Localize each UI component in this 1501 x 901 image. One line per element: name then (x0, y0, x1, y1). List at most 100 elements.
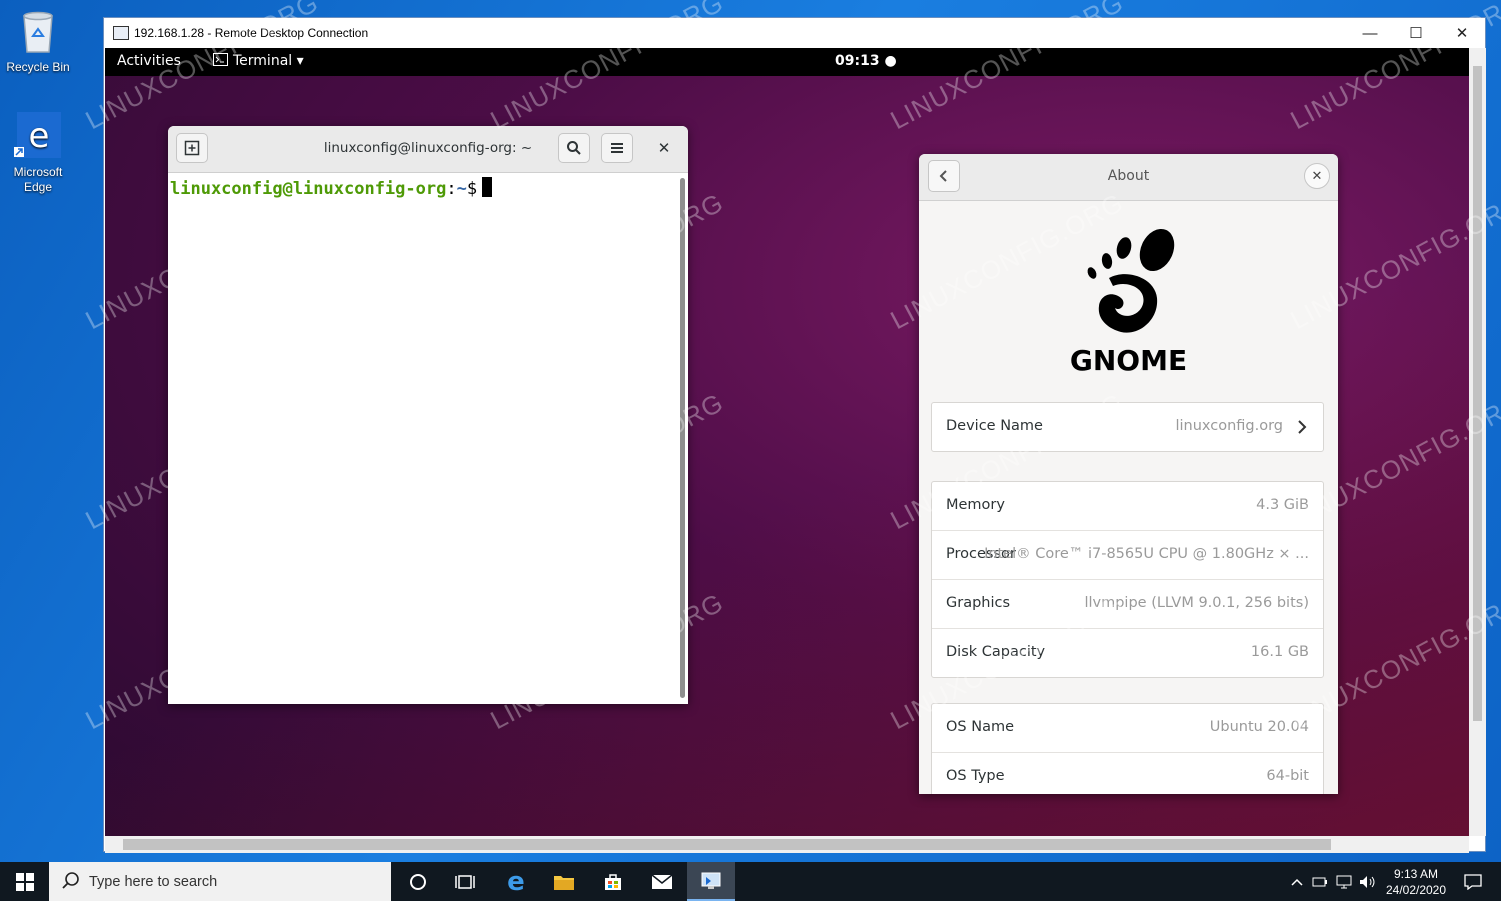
hardware-card: Memory 4.3 GiB Processor Intel® Core™ i7… (931, 481, 1324, 678)
remote-desktop-window: 192.168.1.28 - Remote Desktop Connection… (103, 17, 1486, 853)
taskbar-clock[interactable]: 9:13 AM 24/02/2020 (1380, 866, 1452, 898)
terminal-headerbar[interactable]: linuxconfig@linuxconfig-org: ~ ✕ (168, 126, 688, 173)
memory-label: Memory (946, 497, 1005, 513)
os-type-row: OS Type 64-bit (932, 753, 1323, 794)
search-icon (62, 872, 79, 889)
battery-tray-button[interactable] (1309, 862, 1331, 901)
search-icon (567, 141, 581, 155)
prompt-user: linuxconfig@linuxconfig-org (170, 179, 447, 199)
processor-value: Intel® Core™ i7-8565U CPU @ 1.80GHz × ..… (984, 546, 1309, 562)
mail-button[interactable] (638, 862, 686, 901)
cortana-icon (410, 873, 426, 890)
desktop-icon-recycle-bin[interactable]: Recycle Bin (0, 10, 76, 75)
device-name-card[interactable]: Device Name linuxconfig.org (931, 402, 1324, 452)
prompt-symbol: $ (466, 179, 478, 199)
store-bag-icon (605, 873, 621, 890)
topbar-clock[interactable]: 09:13 ● (835, 53, 897, 69)
hamburger-icon (611, 143, 623, 153)
gnome-topbar: Activities Terminal ▾ 09:13 ● (105, 48, 1469, 76)
start-button[interactable] (0, 862, 49, 901)
taskbar-time: 9:13 AM (1393, 867, 1439, 881)
processor-row: Processor Intel® Core™ i7-8565U CPU @ 1.… (932, 531, 1323, 580)
minimize-button[interactable]: — (1347, 18, 1393, 48)
disk-capacity-value: 16.1 GB (1250, 644, 1309, 660)
memory-value: 4.3 GiB (1256, 497, 1309, 513)
cortana-button[interactable] (394, 862, 442, 901)
file-explorer-button[interactable] (540, 862, 588, 901)
graphics-row: Graphics llvmpipe (LLVM 9.0.1, 256 bits) (932, 580, 1323, 629)
windows-logo-icon (15, 872, 34, 891)
os-name-value: Ubuntu 20.04 (1209, 719, 1309, 735)
folder-icon (554, 875, 574, 890)
desktop-icon-edge[interactable]: e Microsoft Edge (0, 111, 76, 195)
terminal-prompt: linuxconfig@linuxconfig-org:~$ (170, 177, 493, 199)
chevron-right-icon (1298, 420, 1307, 434)
about-close-button[interactable]: ✕ (1304, 163, 1330, 189)
gnome-wordmark: GNOME (1069, 344, 1188, 377)
desktop-icon-label: Recycle Bin (6, 60, 70, 74)
device-name-label: Device Name (946, 418, 1043, 434)
remote-desktop-icon (701, 872, 721, 889)
terminal-scrollbar[interactable] (680, 178, 685, 698)
speaker-icon (1360, 875, 1375, 888)
mail-icon (651, 873, 673, 889)
notifications-icon (1464, 873, 1482, 890)
terminal-window[interactable]: linuxconfig@linuxconfig-org: ~ ✕ linuxco… (168, 126, 688, 704)
device-name-row[interactable]: Device Name linuxconfig.org (932, 403, 1323, 451)
maximize-button[interactable]: ☐ (1393, 18, 1439, 48)
menu-button[interactable] (601, 133, 633, 163)
battery-icon (1312, 877, 1327, 886)
activities-button[interactable]: Activities (117, 53, 181, 69)
remote-screen[interactable]: Activities Terminal ▾ 09:13 ● linuxconfi… (105, 48, 1469, 836)
about-headerbar: About ✕ (919, 154, 1338, 201)
os-name-row: OS Name Ubuntu 20.04 (932, 704, 1323, 753)
terminal-body[interactable]: linuxconfig@linuxconfig-org:~$ (168, 173, 678, 704)
os-card: OS Name Ubuntu 20.04 OS Type 64-bit (931, 703, 1324, 794)
volume-tray-button[interactable] (1357, 862, 1379, 901)
edge-icon: e (507, 866, 525, 897)
action-center-button[interactable] (1458, 862, 1488, 901)
os-name-label: OS Name (946, 719, 1015, 735)
chevron-up-icon (1291, 878, 1303, 886)
app-menu[interactable]: Terminal ▾ (213, 53, 304, 69)
os-type-value: 64-bit (1266, 768, 1309, 784)
scrollbar-thumb[interactable] (1473, 66, 1482, 721)
rdp-horizontal-scrollbar[interactable] (105, 836, 1469, 853)
task-view-icon (455, 874, 475, 889)
about-dialog[interactable]: About ✕ GNOME Device Name linuxconfig.or… (919, 154, 1338, 794)
prompt-path: ~ (456, 179, 467, 199)
task-view-button[interactable] (441, 862, 489, 901)
svg-text:e: e (29, 116, 50, 156)
app-menu-label: Terminal ▾ (233, 53, 304, 69)
edge-icon: e (0, 111, 76, 163)
memory-row: Memory 4.3 GiB (932, 482, 1323, 531)
graphics-value: llvmpipe (LLVM 9.0.1, 256 bits) (1084, 595, 1309, 611)
scrollbar-thumb[interactable] (123, 839, 1331, 850)
network-tray-button[interactable] (1333, 862, 1355, 901)
graphics-label: Graphics (946, 595, 1011, 611)
show-hidden-icons-button[interactable] (1286, 862, 1308, 901)
taskbar-date: 24/02/2020 (1385, 883, 1447, 897)
store-button[interactable] (589, 862, 637, 901)
disk-capacity-label: Disk Capacity (946, 644, 1046, 660)
prompt-separator: : (446, 179, 457, 199)
rdp-taskbar-button[interactable] (687, 862, 735, 901)
rdp-titlebar[interactable]: 192.168.1.28 - Remote Desktop Connection… (104, 18, 1485, 48)
terminal-close-button[interactable]: ✕ (652, 135, 676, 161)
terminal-icon (213, 53, 228, 66)
search-button[interactable] (558, 133, 590, 163)
text-cursor (482, 177, 493, 197)
os-type-label: OS Type (946, 768, 1005, 784)
search-placeholder: Type here to search (89, 874, 218, 890)
rdp-window-title: 192.168.1.28 - Remote Desktop Connection (134, 26, 369, 40)
close-button[interactable]: ✕ (1439, 18, 1485, 48)
taskbar-search-box[interactable]: Type here to search (49, 862, 391, 901)
network-icon (1336, 875, 1352, 888)
device-name-value: linuxconfig.org (1175, 418, 1283, 434)
about-title: About (1107, 168, 1150, 184)
windows-taskbar: Type here to search e 9:13 AM 24/02/2020 (0, 862, 1501, 901)
taskbar-edge-button[interactable]: e (492, 862, 540, 901)
rdp-app-icon (113, 26, 129, 40)
rdp-vertical-scrollbar[interactable] (1469, 48, 1486, 836)
recycle-bin-icon (0, 10, 76, 58)
